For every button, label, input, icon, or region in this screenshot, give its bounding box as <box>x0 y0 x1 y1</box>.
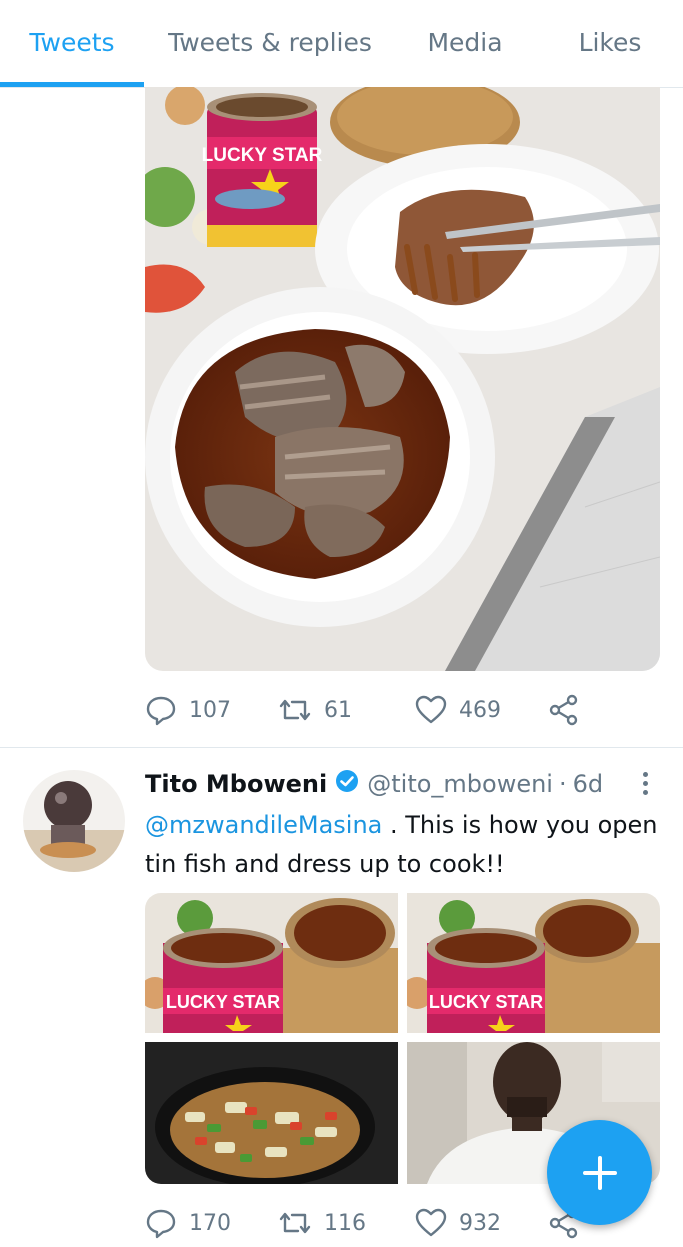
retweet-icon <box>279 1212 311 1234</box>
can-label: LUCKY STAR <box>202 145 323 166</box>
tweet-divider <box>0 747 683 748</box>
mention-link[interactable]: @mzwandileMasina <box>145 811 382 839</box>
profile-tabs: Tweets Tweets & replies Media Likes <box>0 0 683 88</box>
like-button[interactable]: 469 <box>415 690 501 730</box>
tweet-text: @mzwandileMasina . This is how you open … <box>145 806 665 884</box>
like-icon <box>415 1208 447 1237</box>
tweet-time[interactable]: 6d <box>573 770 604 798</box>
reply-icon <box>146 1209 176 1239</box>
reply-count: 107 <box>189 697 231 723</box>
like-count: 932 <box>459 1210 501 1236</box>
verified-icon <box>335 769 359 799</box>
retweet-count: 116 <box>324 1210 366 1236</box>
retweet-count: 61 <box>324 697 352 723</box>
can-label-thumb-2: LUCKY STAR <box>429 992 543 1012</box>
media-thumb-1[interactable]: LUCKY STAR <box>145 893 398 1033</box>
share-icon <box>549 694 578 726</box>
tweet-photo[interactable]: LUCKY STAR <box>145 87 660 671</box>
tweet-header: Tito Mboweni @tito_mboweni · 6d <box>145 764 603 804</box>
share-button[interactable] <box>548 690 592 730</box>
like-count: 469 <box>459 697 501 723</box>
author-handle[interactable]: @tito_mboweni <box>367 770 553 798</box>
tab-likes[interactable]: Likes <box>550 0 670 85</box>
tab-media[interactable]: Media <box>400 0 530 85</box>
meta-separator: · <box>558 770 567 798</box>
reply-count: 170 <box>189 1210 231 1236</box>
tweet-actions: 107 61 469 <box>145 690 645 730</box>
tab-tweets-replies[interactable]: Tweets & replies <box>150 0 390 85</box>
retweet-icon <box>279 699 311 721</box>
media-thumb-2[interactable]: LUCKY STAR <box>407 893 660 1033</box>
retweet-button[interactable]: 61 <box>278 690 352 730</box>
more-icon[interactable] <box>630 770 660 800</box>
like-button[interactable]: 932 <box>415 1203 501 1243</box>
active-tab-indicator <box>0 82 144 87</box>
tab-tweets[interactable]: Tweets <box>0 0 144 85</box>
can-label-thumb-1: LUCKY STAR <box>166 992 280 1012</box>
compose-tweet-button[interactable] <box>547 1120 652 1225</box>
reply-icon <box>146 696 176 726</box>
reply-button[interactable]: 170 <box>145 1203 231 1243</box>
media-thumb-3[interactable] <box>145 1042 398 1184</box>
compose-icon <box>582 1155 617 1190</box>
retweet-button[interactable]: 116 <box>278 1203 366 1243</box>
author-name[interactable]: Tito Mboweni <box>145 770 327 798</box>
like-icon <box>415 695 447 724</box>
avatar[interactable] <box>23 770 125 872</box>
reply-button[interactable]: 107 <box>145 690 231 730</box>
